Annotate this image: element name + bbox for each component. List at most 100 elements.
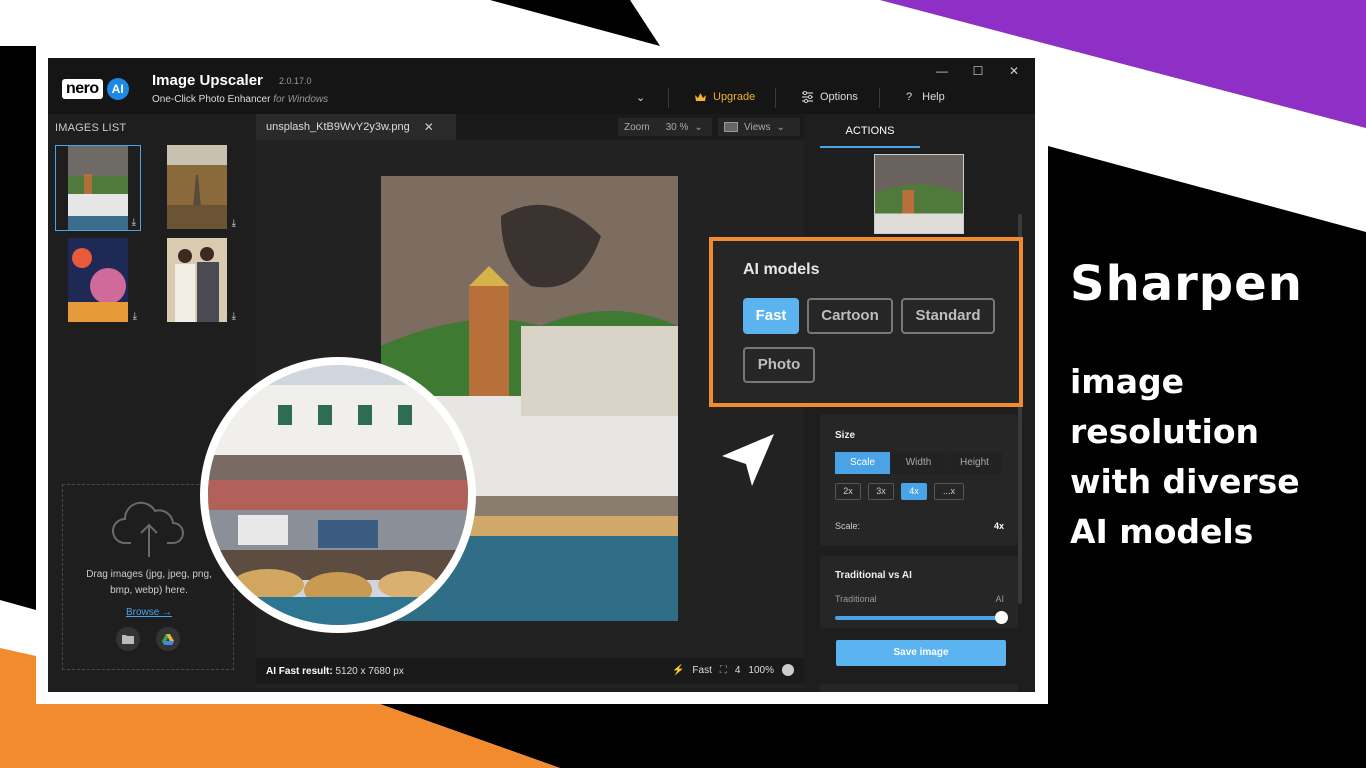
status-zoom: 100% [748,664,774,676]
save-section [820,684,1018,692]
model-standard-button[interactable]: Standard [901,298,995,334]
zoom-dropdown[interactable]: Zoom 30 % ⌄ [618,118,712,136]
save-image-button[interactable]: Save image [836,640,1006,666]
question-icon: ? [906,91,913,103]
trad-title: Traditional vs AI [835,570,912,581]
scale-2x-button[interactable]: 2x [835,483,861,500]
zoom-magnifier [200,357,476,633]
model-fast-button[interactable]: Fast [743,298,799,334]
lightning-icon: ⚡ [671,664,685,676]
scale-3x-button[interactable]: 3x [868,483,894,500]
trad-slider-track[interactable] [835,616,1003,620]
status-result: AI Fast result: 5120 x 7680 px [266,666,404,677]
upgrade-button[interactable]: Upgrade [694,91,755,103]
options-button[interactable]: Options [801,91,858,103]
scale-label: Scale: [835,521,861,531]
file-tab-label: unsplash_KtB9WvY2y3w.png [266,121,410,133]
minimize-button[interactable]: — [932,64,952,78]
status-mode: Fast [692,664,712,676]
status-count: 4 [734,664,741,676]
ai-models-popup: AI models Fast Cartoon Standard Photo [709,237,1023,407]
folder-icon [122,635,134,644]
images-list-title: IMAGES LIST [55,122,127,134]
thumbnail-image [167,145,227,229]
images-list-panel: IMAGES LIST ⤓ ⤓ ⤓ ⤓ Drag images (jpg, jp… [48,114,244,692]
width-segment[interactable]: Width [891,452,946,474]
chevron-down-icon: ⌄ [776,121,785,133]
drop-instructions: Drag images (jpg, jpeg, png, bmp, webp) … [63,567,235,599]
drop-text-line-2: bmp, webp) here. [110,585,188,596]
status-bar: AI Fast result: 5120 x 7680 px ⚡ Fast ⛶ … [256,658,804,684]
model-cartoon-button[interactable]: Cartoon [807,298,893,334]
logo-text: nero [62,79,103,99]
download-icon[interactable]: ⤓ [232,218,236,229]
download-icon[interactable]: ⤓ [132,217,136,228]
download-icon[interactable]: ⤓ [133,311,137,322]
promo-title: Sharpen [1070,256,1303,312]
tab-actions[interactable]: ACTIONS [820,122,920,148]
title-bar: nero AI Image Upscaler 2.0.17.0 One-Clic… [48,58,1035,114]
close-window-button[interactable]: ✕ [1004,64,1024,78]
toolbar-divider [668,88,669,108]
scale-segment[interactable]: Scale [835,452,890,474]
views-label: Views [744,121,771,133]
thumbnail-1[interactable]: ⤓ [55,145,141,231]
size-title: Size [835,430,856,441]
browse-link[interactable]: Browse → [63,607,235,618]
chevron-down-icon: ⌄ [636,92,646,104]
thumbnail-3[interactable]: ⤓ [55,238,141,324]
file-tab[interactable]: unsplash_KtB9WvY2y3w.png ✕ [256,114,456,140]
folder-button[interactable] [116,627,140,651]
crown-icon [695,92,706,101]
scale-custom-button[interactable]: ...x [934,483,964,500]
thumbnail-image [68,146,128,230]
trad-slider-handle[interactable] [995,611,1008,624]
size-section: Size Scale Width Height 2x 3x 4x ...x Sc… [820,414,1018,546]
download-icon[interactable]: ⤓ [232,311,236,322]
zoom-label: Zoom [624,121,650,133]
drop-text-line-1: Drag images (jpg, jpeg, png, [86,569,212,580]
preview-thumbnail [874,154,964,234]
app-subtitle: One-Click Photo Enhancer for Windows [152,94,328,105]
chevron-down-icon: ⌄ [694,121,703,133]
scale-value: 4x [993,521,1004,531]
trad-left-label: Traditional [835,594,877,604]
sliders-icon [802,91,813,103]
height-segment[interactable]: Height [947,452,1002,474]
upgrade-label: Upgrade [713,91,756,103]
thumbnail-image [167,238,227,322]
help-button[interactable]: ? Help [906,91,945,103]
help-label: Help [922,91,945,103]
options-label: Options [820,91,858,103]
thumbnail-2[interactable]: ⤓ [154,145,240,231]
trad-right-label: AI [995,594,1004,604]
traditional-vs-ai-section: Traditional vs AI Traditional AI [820,556,1018,628]
expand-icon: ⛶ [719,664,727,676]
cloud-upload-icon [112,501,184,557]
thumbnail-4[interactable]: ⤓ [154,238,240,324]
viewer-toolbar: unsplash_KtB9WvY2y3w.png ✕ Zoom 30 % ⌄ V… [256,114,804,140]
google-drive-button[interactable] [156,627,180,651]
app-version: 2.0.17.0 [279,76,312,86]
ai-models-title: AI models [743,261,820,278]
promo-line-2: resolution [1070,412,1260,451]
toolbar-divider [775,88,776,108]
promo-line-1: image [1070,362,1184,401]
views-dropdown[interactable]: Views ⌄ [718,118,800,136]
promo-line-3: with diverse [1070,462,1300,501]
views-icon [724,122,738,132]
thumbnail-image [68,238,128,322]
smiley-icon[interactable] [782,664,794,676]
dropdown-chevron[interactable]: ⌄ [636,91,645,104]
google-drive-icon [162,633,174,645]
model-photo-button[interactable]: Photo [743,347,815,383]
logo-ai-badge: AI [106,78,129,100]
close-tab-icon[interactable]: ✕ [424,120,434,134]
app-subtitle-main: One-Click Photo Enhancer [152,94,271,105]
zoom-value: 30 % [665,121,689,133]
scale-4x-button[interactable]: 4x [901,483,927,500]
maximize-button[interactable]: ☐ [968,64,988,78]
status-value: 5120 x 7680 px [335,666,404,677]
zoom-detail [208,365,468,625]
status-label: AI Fast result: [266,666,333,677]
